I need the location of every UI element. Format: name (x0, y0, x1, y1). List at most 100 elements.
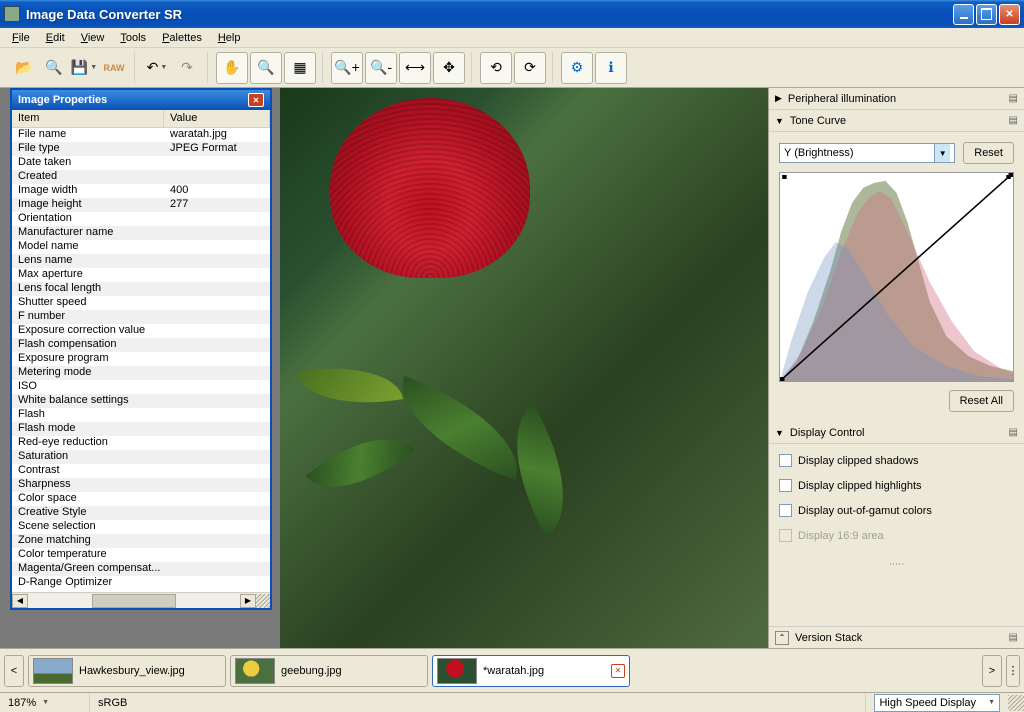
property-row[interactable]: Manufacturer name (12, 226, 270, 240)
panel-menu-icon[interactable]: ▤ (1009, 427, 1018, 438)
property-row[interactable]: Exposure program (12, 352, 270, 366)
save-button[interactable]: 💾▼ (70, 54, 98, 82)
property-row[interactable]: Image height277 (12, 198, 270, 212)
property-row[interactable]: Image width400 (12, 184, 270, 198)
properties-col-value[interactable]: Value (164, 110, 270, 127)
property-row[interactable]: File namewaratah.jpg (12, 128, 270, 142)
expand-arrow-icon: ▼ (775, 428, 784, 438)
property-row[interactable]: Metering mode (12, 366, 270, 380)
property-row[interactable]: Saturation (12, 450, 270, 464)
panel-menu-icon[interactable]: ▤ (1009, 632, 1018, 643)
adjustments-button[interactable]: ⚙ (561, 52, 593, 84)
property-row[interactable]: Orientation (12, 212, 270, 226)
property-row[interactable]: Flash (12, 408, 270, 422)
menu-view[interactable]: View (73, 30, 113, 46)
property-row[interactable]: Contrast (12, 464, 270, 478)
zoom-level[interactable]: 187% ▼ (0, 693, 90, 712)
thumb-next-button[interactable]: > (982, 655, 1002, 687)
panel-menu-icon[interactable]: ▤ (1009, 93, 1018, 104)
reset-button[interactable]: Reset (963, 142, 1014, 164)
reset-all-button[interactable]: Reset All (949, 390, 1014, 412)
thumb-prev-button[interactable]: < (4, 655, 24, 687)
property-row[interactable]: Zone matching (12, 534, 270, 548)
info-button[interactable]: ℹ (595, 52, 627, 84)
window-title: Image Data Converter SR (26, 7, 953, 22)
menu-file[interactable]: File (4, 30, 38, 46)
property-row[interactable]: File typeJPEG Format (12, 142, 270, 156)
property-row[interactable]: Shutter speed (12, 296, 270, 310)
menu-palettes[interactable]: Palettes (154, 30, 210, 46)
zoom-tool-button[interactable]: 🔍 (250, 52, 282, 84)
menu-tools[interactable]: Tools (112, 30, 154, 46)
minimize-button[interactable] (953, 4, 974, 25)
property-row[interactable]: Color temperature (12, 548, 270, 562)
property-row[interactable]: Model name (12, 240, 270, 254)
tone-channel-select[interactable]: Y (Brightness) ▼ (779, 143, 955, 163)
scroll-right-button[interactable]: ▶ (240, 594, 256, 608)
rotate-right-button[interactable]: ⟳ (514, 52, 546, 84)
panel-tone-curve-header[interactable]: ▼ Tone Curve ▤ (769, 110, 1024, 132)
image-properties-panel: Image Properties ✕ Item Value File namew… (10, 88, 272, 610)
panel-menu-icon[interactable]: ▤ (1009, 115, 1018, 126)
property-row[interactable]: Lens focal length (12, 282, 270, 296)
display-mode-select[interactable]: High Speed Display ▼ (874, 694, 1000, 712)
property-row[interactable]: Color space (12, 492, 270, 506)
property-row[interactable]: Creative Style (12, 506, 270, 520)
property-row[interactable]: Magenta/Green compensat... (12, 562, 270, 576)
thumb-menu-button[interactable]: ⋮ (1006, 655, 1020, 687)
window-resize-grip[interactable] (1008, 695, 1024, 711)
close-button[interactable] (999, 4, 1020, 25)
menu-help[interactable]: Help (210, 30, 249, 46)
property-row[interactable]: Lens name (12, 254, 270, 268)
property-row[interactable]: Flash compensation (12, 338, 270, 352)
thumbnail-item[interactable]: Hawkesbury_view.jpg (28, 655, 226, 687)
checkbox-169-area (779, 529, 792, 542)
checkbox-clipped-highlights[interactable] (779, 479, 792, 492)
zoom-in-button[interactable]: 🔍+ (331, 52, 363, 84)
property-row[interactable]: D-Range Optimizer (12, 576, 270, 590)
maximize-button[interactable] (976, 4, 997, 25)
thumbnail-item[interactable]: geebung.jpg (230, 655, 428, 687)
property-row[interactable]: Sharpness (12, 478, 270, 492)
thumbnail-item-active[interactable]: *waratah.jpg ✕ (432, 655, 630, 687)
menu-edit[interactable]: Edit (38, 30, 73, 46)
redo-button[interactable]: ↷ (173, 54, 201, 82)
panel-drag-handle[interactable]: ∙∙∙∙∙ (779, 554, 1014, 574)
properties-close-button[interactable]: ✕ (248, 93, 264, 107)
property-row[interactable]: Flash mode (12, 422, 270, 436)
fit-width-button[interactable]: ⟷ (399, 52, 431, 84)
property-row[interactable]: Exposure correction value (12, 324, 270, 338)
histogram-chart[interactable] (779, 172, 1014, 382)
rotate-left-button[interactable]: ⟲ (480, 52, 512, 84)
property-row[interactable]: White balance settings (12, 394, 270, 408)
hand-tool-button[interactable]: ✋ (216, 52, 248, 84)
open-button[interactable]: 📂 (10, 54, 38, 82)
scroll-track[interactable] (28, 594, 240, 608)
canvas-area[interactable]: Image Properties ✕ Item Value File namew… (0, 88, 768, 648)
property-row[interactable]: Date taken (12, 156, 270, 170)
resize-grip[interactable] (256, 594, 270, 608)
panel-display-control-header[interactable]: ▼ Display Control ▤ (769, 422, 1024, 444)
property-row[interactable]: Created (12, 170, 270, 184)
thumbnail-close-button[interactable]: ✕ (611, 664, 625, 678)
property-row[interactable]: Scene selection (12, 520, 270, 534)
property-row[interactable]: ISO (12, 380, 270, 394)
checkbox-out-of-gamut[interactable] (779, 504, 792, 517)
checkbox-clipped-shadows[interactable] (779, 454, 792, 467)
property-row[interactable]: Red-eye reduction (12, 436, 270, 450)
crop-tool-button[interactable]: ▦ (284, 52, 316, 84)
zoom-out-button[interactable]: 🔍- (365, 52, 397, 84)
version-stack-panel[interactable]: ⌃ Version Stack ▤ (769, 626, 1024, 648)
undo-button[interactable]: ↶▼ (143, 54, 171, 82)
scroll-left-button[interactable]: ◀ (12, 594, 28, 608)
fit-screen-button[interactable]: ✥ (433, 52, 465, 84)
raw-button[interactable]: RAW (100, 54, 128, 82)
image-view[interactable] (280, 88, 768, 648)
panel-peripheral-header[interactable]: ▶ Peripheral illumination ▤ (769, 88, 1024, 110)
properties-col-item[interactable]: Item (12, 110, 164, 127)
property-row[interactable]: F number (12, 310, 270, 324)
property-row[interactable]: Max aperture (12, 268, 270, 282)
expand-arrow-icon: ▼ (775, 116, 784, 126)
preview-button[interactable]: 🔍 (40, 54, 68, 82)
properties-body[interactable]: File namewaratah.jpgFile typeJPEG Format… (12, 128, 270, 592)
